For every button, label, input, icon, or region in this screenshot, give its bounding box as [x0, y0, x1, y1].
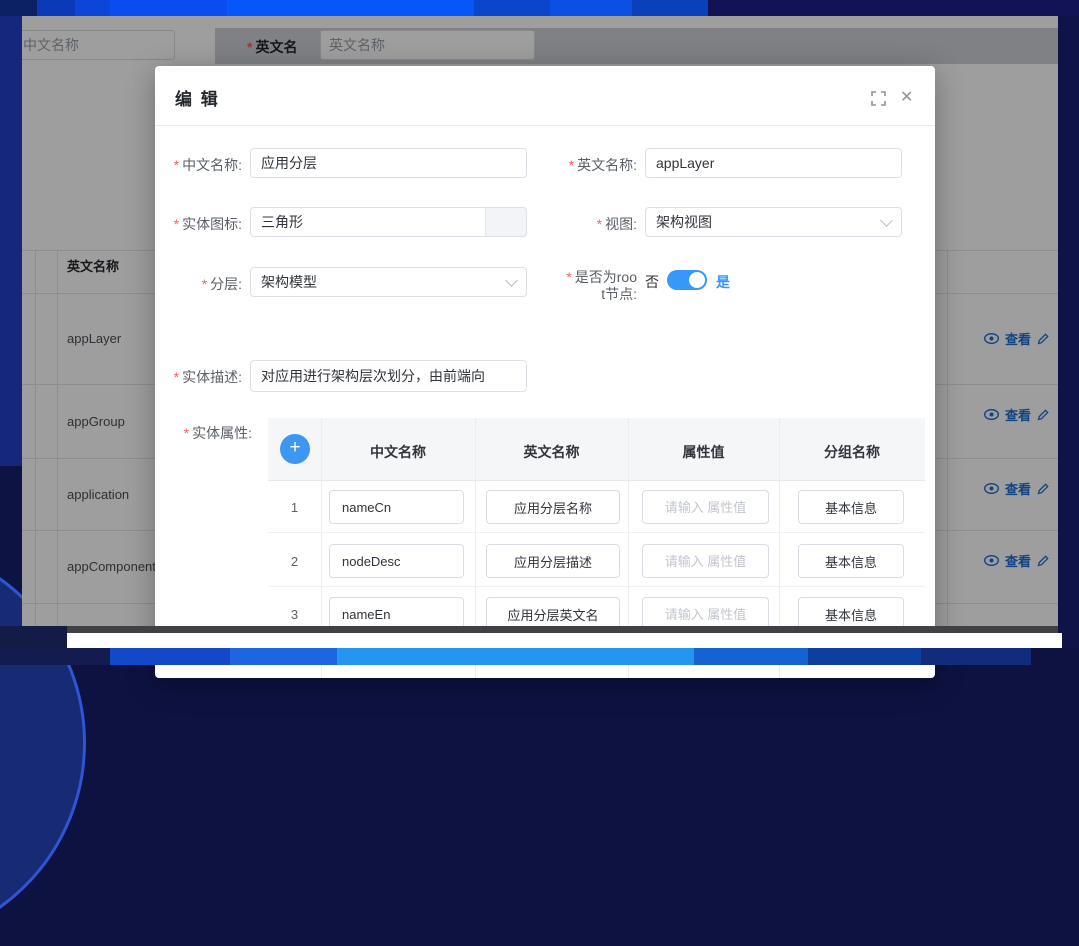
divider	[155, 125, 935, 126]
wallpaper-top-strip	[0, 0, 1079, 16]
attr-name-en-input[interactable]	[486, 490, 620, 524]
wallpaper-left-strip	[0, 16, 22, 466]
required-asterisk: *	[569, 157, 574, 173]
entity-icon-label: *实体图标:	[155, 214, 242, 234]
layer-select[interactable]	[250, 267, 527, 297]
view-select[interactable]	[645, 207, 902, 237]
attr-name-cn-input[interactable]	[329, 490, 464, 524]
attr-row-index: 3	[268, 607, 321, 622]
attr-group-input[interactable]	[798, 490, 904, 524]
toggle-off-label: 否	[645, 272, 659, 292]
toggle-on-label: 是	[716, 272, 730, 292]
required-asterisk: *	[174, 216, 179, 232]
icon-picker-append[interactable]	[485, 207, 527, 237]
attr-row-index: 2	[268, 554, 321, 569]
viewport-bottom-edge	[22, 626, 1058, 633]
required-asterisk: *	[174, 369, 179, 385]
table-border	[268, 480, 925, 481]
view-label: *视图:	[545, 214, 637, 234]
attr-name-cn-input[interactable]	[329, 544, 464, 578]
required-asterisk: *	[202, 276, 207, 292]
required-asterisk: *	[174, 157, 179, 173]
entity-desc-input[interactable]	[250, 360, 527, 392]
dialog-title: 编 辑	[175, 85, 220, 110]
close-icon[interactable]: ✕	[900, 87, 913, 107]
fullscreen-icon[interactable]	[871, 91, 886, 106]
is-root-toggle[interactable]	[667, 270, 707, 290]
attr-col-header: 分组名称	[779, 442, 925, 462]
table-border	[268, 532, 925, 533]
toggle-knob	[689, 272, 705, 288]
entity-desc-label: *实体描述:	[155, 367, 242, 387]
wallpaper-bottom-strip	[0, 648, 1079, 665]
name-cn-input[interactable]	[250, 148, 527, 178]
name-en-input[interactable]	[645, 148, 902, 178]
attr-row-index: 1	[268, 500, 321, 515]
attr-name-en-input[interactable]	[486, 544, 620, 578]
name-en-label: *英文名称:	[545, 155, 637, 175]
required-asterisk: *	[597, 216, 602, 232]
attr-col-header: 中文名称	[321, 442, 475, 462]
is-root-label: *是否为root节点:	[564, 269, 637, 303]
browser-bottom-strip	[22, 633, 1062, 648]
attr-group-input[interactable]	[798, 544, 904, 578]
attr-value-input[interactable]	[642, 544, 769, 578]
attr-col-header: 英文名称	[475, 442, 628, 462]
layer-label: *分层:	[155, 274, 242, 294]
edit-dialog: 编 辑 ✕ *中文名称: *英文名称: *实体图标: *视图: *分层: *是否…	[155, 66, 935, 678]
name-cn-label: *中文名称:	[155, 155, 242, 175]
required-asterisk: *	[566, 269, 571, 285]
attr-col-header: 属性值	[628, 442, 779, 462]
required-asterisk: *	[184, 425, 189, 441]
table-border	[268, 586, 925, 587]
attr-value-input[interactable]	[642, 490, 769, 524]
wallpaper-bottom-left-corner	[0, 626, 67, 648]
wallpaper-right-strip	[1058, 16, 1079, 648]
entity-attrs-label: *实体属性:	[155, 423, 252, 443]
add-attribute-button[interactable]: +	[280, 434, 310, 464]
